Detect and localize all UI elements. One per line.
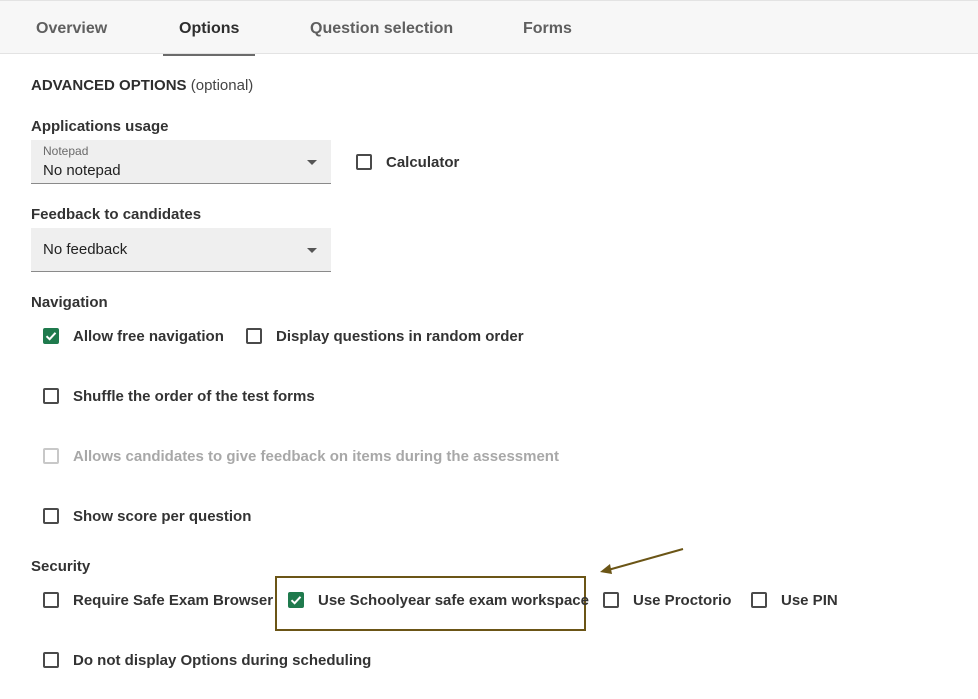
advanced-options-heading: ADVANCED OPTIONS [31, 77, 187, 94]
feedback-label: Feedback to candidates [31, 206, 202, 223]
notepad-select-value: No notepad [43, 162, 121, 179]
checkbox-icon [43, 592, 59, 608]
notepad-select[interactable]: Notepad No notepad [31, 140, 331, 184]
calculator-label: Calculator [386, 153, 460, 171]
checkbox-icon [246, 328, 262, 344]
checkbox-icon [751, 592, 767, 608]
calculator-checkbox[interactable]: Calculator [356, 150, 459, 174]
random-order-checkbox[interactable]: Display questions in random order [246, 324, 524, 348]
safe-exam-browser-checkbox[interactable]: Require Safe Exam Browser [43, 588, 273, 612]
tab-forms[interactable]: Forms [523, 1, 572, 55]
checkbox-disabled-icon [43, 448, 59, 464]
checkbox-icon [43, 508, 59, 524]
hide-options-label: Do not display Options during scheduling [73, 651, 372, 669]
notepad-select-caption: Notepad [43, 144, 89, 158]
free-navigation-label: Allow free navigation [73, 327, 224, 345]
tab-question-selection[interactable]: Question selection [310, 1, 453, 55]
pointer-arrow-icon [600, 548, 684, 574]
free-navigation-checkbox[interactable]: Allow free navigation [43, 324, 224, 348]
tab-options[interactable]: Options [162, 1, 256, 56]
shuffle-forms-label: Shuffle the order of the test forms [73, 387, 315, 405]
applications-usage-label: Applications usage [31, 118, 169, 135]
score-per-question-label: Show score per question [73, 507, 252, 525]
checkbox-icon [356, 154, 372, 170]
security-label: Security [31, 558, 91, 575]
advanced-options-title: ADVANCED OPTIONS (optional) [31, 77, 253, 94]
chevron-down-icon [307, 160, 317, 165]
schoolyear-label: Use Schoolyear safe exam workspace [318, 591, 589, 609]
tab-bar: Overview Options Question selection Form… [0, 0, 978, 56]
candidate-feedback-checkbox: Allows candidates to give feedback on it… [43, 444, 559, 468]
checkbox-checked-icon [288, 592, 304, 608]
chevron-down-icon [307, 248, 317, 253]
tab-overview[interactable]: Overview [36, 1, 107, 55]
checkbox-checked-icon [43, 328, 59, 344]
navigation-label: Navigation [31, 294, 108, 311]
optional-note: (optional) [190, 77, 254, 94]
candidate-feedback-label: Allows candidates to give feedback on it… [73, 447, 559, 465]
safe-exam-browser-label: Require Safe Exam Browser [73, 591, 274, 609]
feedback-select-value: No feedback [43, 241, 128, 258]
shuffle-forms-checkbox[interactable]: Shuffle the order of the test forms [43, 384, 315, 408]
proctorio-checkbox[interactable]: Use Proctorio [603, 588, 731, 612]
score-per-question-checkbox[interactable]: Show score per question [43, 504, 251, 528]
checkbox-icon [43, 652, 59, 668]
pin-label: Use PIN [781, 591, 838, 609]
random-order-label: Display questions in random order [276, 327, 524, 345]
schoolyear-checkbox[interactable]: Use Schoolyear safe exam workspace [288, 588, 589, 612]
checkbox-icon [43, 388, 59, 404]
proctorio-label: Use Proctorio [633, 591, 732, 609]
pin-checkbox[interactable]: Use PIN [751, 588, 838, 612]
checkbox-icon [603, 592, 619, 608]
hide-options-checkbox[interactable]: Do not display Options during scheduling [43, 648, 371, 672]
feedback-select[interactable]: No feedback [31, 228, 331, 272]
